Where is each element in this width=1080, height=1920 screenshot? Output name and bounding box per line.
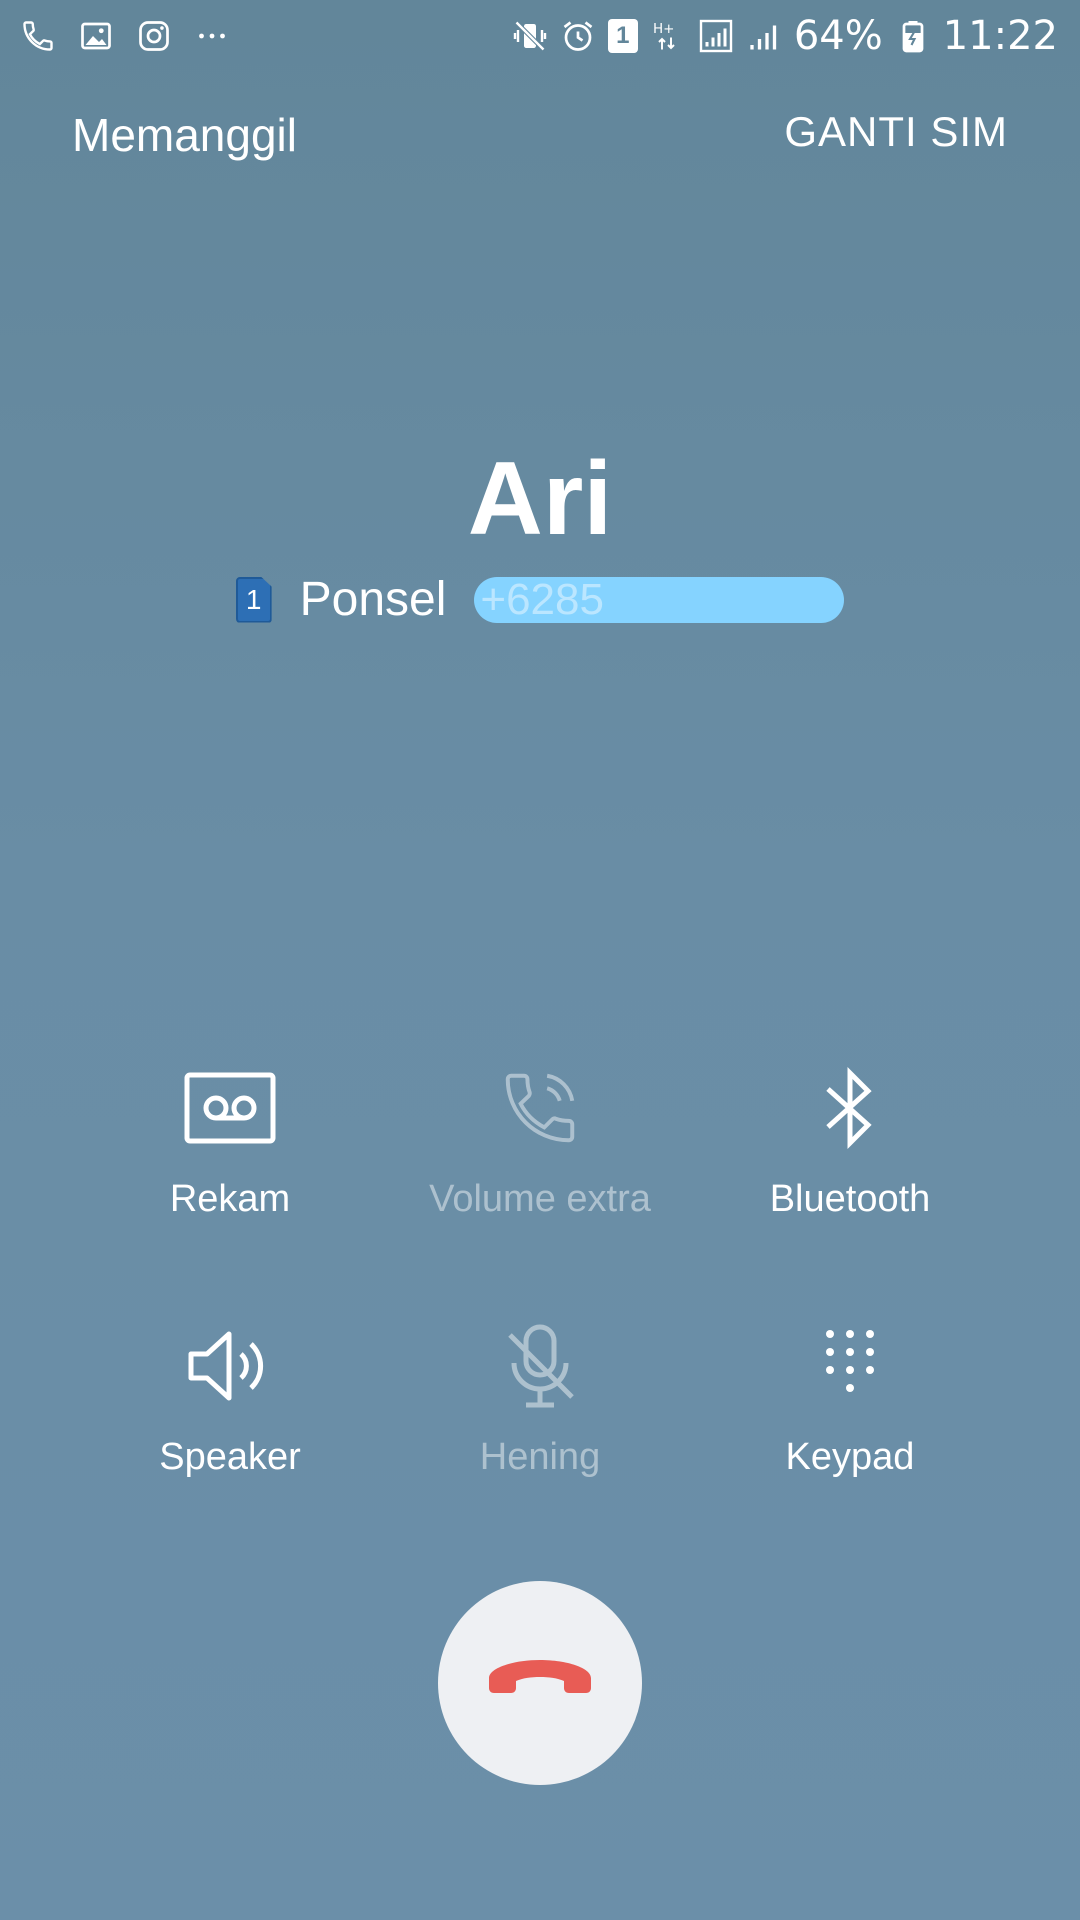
- alarm-icon: [560, 18, 596, 54]
- extra-volume-label: Volume extra: [429, 1178, 651, 1220]
- mute-icon: [500, 1321, 580, 1416]
- number-fragment: +6285: [480, 574, 604, 624]
- image-icon: [78, 18, 114, 54]
- clock: 11:22: [942, 13, 1058, 59]
- signal-icon: [746, 18, 782, 54]
- battery-percentage: 64%: [793, 13, 883, 59]
- status-bar: 1 H+ 64% 11:22: [0, 0, 1080, 72]
- vibrate-icon: [512, 18, 548, 54]
- battery-icon: [895, 18, 931, 54]
- switch-sim-button[interactable]: GANTI SIM: [784, 108, 1008, 156]
- bluetooth-icon: [820, 1065, 880, 1156]
- number-type: Ponsel: [299, 573, 447, 626]
- status-right: 1 H+ 64% 11:22: [512, 10, 1058, 62]
- keypad-button[interactable]: Keypad: [720, 1318, 980, 1479]
- end-call-button[interactable]: [438, 1581, 642, 1785]
- instagram-icon: [136, 18, 172, 54]
- speaker-button[interactable]: Speaker: [100, 1318, 360, 1479]
- keypad-icon: [820, 1326, 880, 1411]
- status-left: [20, 14, 230, 58]
- redacted-number: +6285: [474, 574, 845, 624]
- extra-volume-icon: [497, 1065, 583, 1156]
- end-call-icon: [485, 1656, 595, 1711]
- bluetooth-button[interactable]: Bluetooth: [720, 1060, 980, 1221]
- caller-name: Ari: [467, 441, 613, 557]
- extra-volume-button[interactable]: Volume extra: [410, 1060, 670, 1221]
- keypad-label: Keypad: [785, 1436, 915, 1478]
- data-icon: H+: [650, 18, 686, 54]
- phone-icon: [20, 18, 56, 54]
- record-label: Rekam: [169, 1178, 291, 1220]
- mute-label: Hening: [479, 1436, 601, 1478]
- sim-icon: 1: [607, 19, 638, 53]
- bluetooth-label: Bluetooth: [769, 1178, 931, 1220]
- call-status-label: Memanggil: [72, 109, 297, 161]
- more-icon: [194, 18, 230, 54]
- speaker-label: Speaker: [159, 1436, 301, 1478]
- caller-details: 1 Ponsel +6285: [0, 572, 1080, 627]
- record-button[interactable]: Rekam: [100, 1060, 360, 1221]
- speaker-icon: [185, 1326, 275, 1411]
- svg-text:H+: H+: [653, 21, 674, 37]
- mute-button[interactable]: Hening: [410, 1318, 670, 1479]
- sim-card-icon: 1: [235, 576, 272, 623]
- record-icon: [184, 1072, 276, 1149]
- signal-icon: [698, 18, 734, 54]
